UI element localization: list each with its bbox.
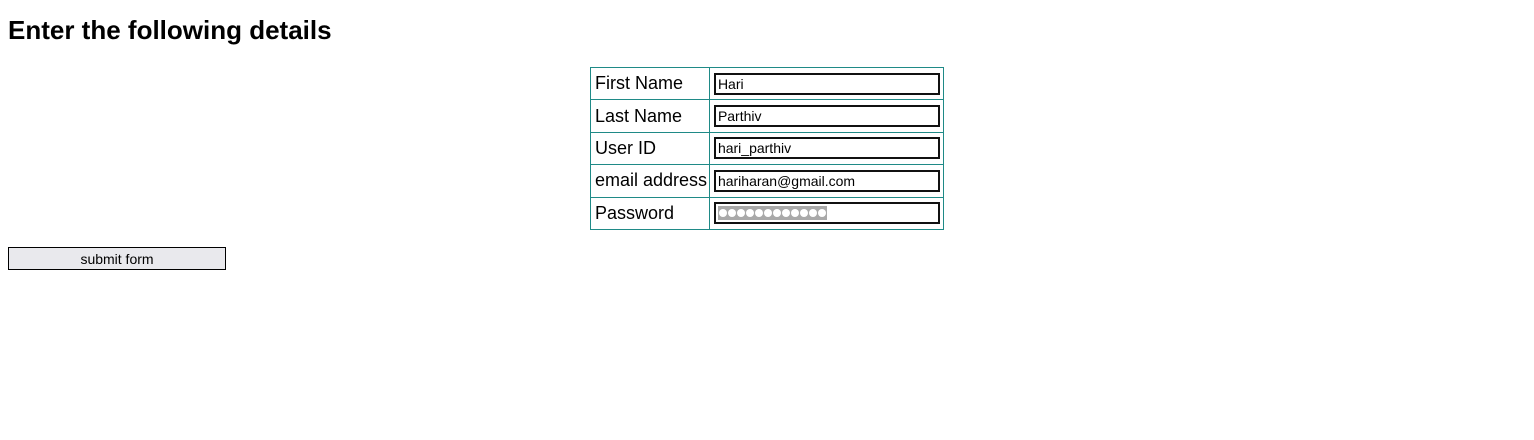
password-dot	[790, 209, 799, 218]
form-row-password: Password	[590, 196, 945, 231]
password-label: Password	[590, 196, 710, 231]
first-name-cell: Hari	[708, 66, 945, 101]
password-dot	[817, 209, 826, 218]
submit-form-button[interactable]: submit form	[8, 247, 226, 270]
user-id-input[interactable]: hari_parthiv	[713, 137, 940, 160]
email-label: email address	[590, 164, 710, 198]
user-id-cell: hari_parthiv	[708, 131, 945, 166]
last-name-input[interactable]: Parthiv	[713, 105, 940, 128]
last-name-cell: Parthiv	[708, 99, 945, 133]
password-dot	[799, 209, 808, 218]
password-dot	[718, 209, 727, 218]
email-cell: hariharan@gmail.com	[708, 164, 945, 198]
password-mask-dots	[717, 206, 827, 221]
page: Enter the following details First Name H…	[0, 0, 1534, 440]
password-dot	[772, 209, 781, 218]
first-name-input[interactable]: Hari	[713, 72, 940, 95]
password-input[interactable]	[713, 202, 940, 225]
form-row-last-name: Last Name Parthiv	[590, 99, 945, 133]
password-dot	[808, 209, 817, 218]
page-title: Enter the following details	[8, 15, 332, 45]
password-dot	[736, 209, 745, 218]
form-row-user-id: User ID hari_parthiv	[590, 131, 945, 166]
email-input[interactable]: hariharan@gmail.com	[713, 169, 940, 192]
password-dot	[745, 209, 754, 218]
user-id-label: User ID	[590, 131, 710, 166]
details-form-table: First Name Hari Last Name Parthiv User I…	[590, 66, 945, 231]
password-dot	[781, 209, 790, 218]
form-row-first-name: First Name Hari	[590, 66, 945, 101]
last-name-label: Last Name	[590, 99, 710, 133]
password-cell	[708, 196, 945, 231]
password-dot	[727, 209, 736, 218]
first-name-label: First Name	[590, 66, 710, 101]
password-dot	[754, 209, 763, 218]
password-dot	[763, 209, 772, 218]
form-row-email: email address hariharan@gmail.com	[590, 164, 945, 198]
